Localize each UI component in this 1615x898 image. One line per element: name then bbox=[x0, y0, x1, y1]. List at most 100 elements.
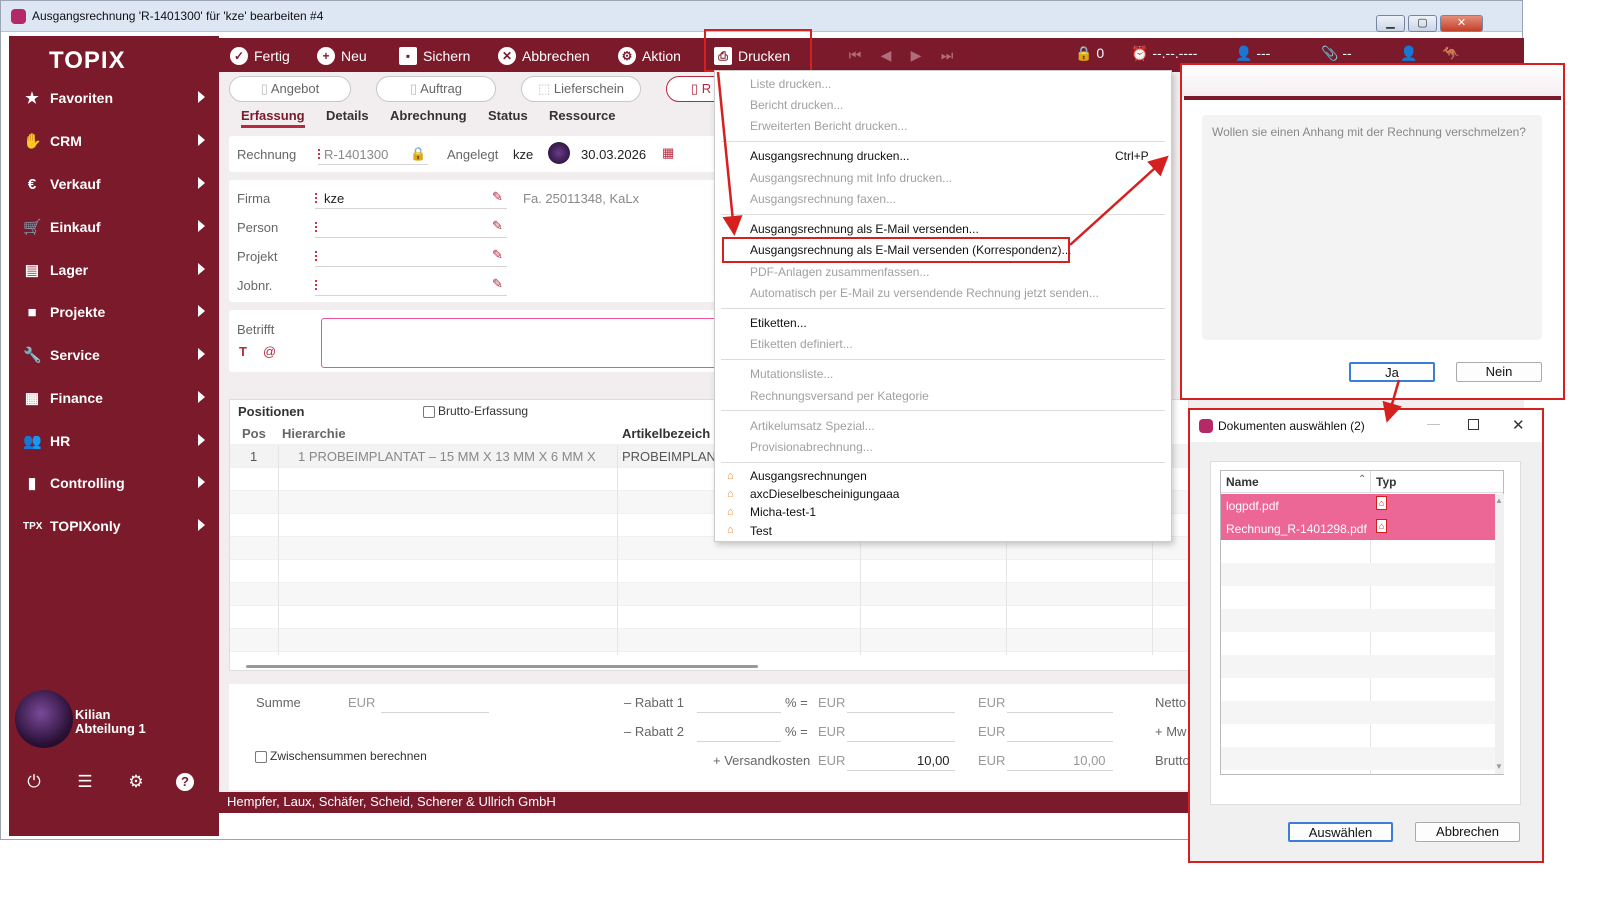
sidebar-item-einkauf[interactable]: 🛒 Einkauf bbox=[9, 210, 219, 246]
auswaehlen-button[interactable]: Auswählen bbox=[1288, 822, 1393, 842]
maximize-button[interactable]: ▢ bbox=[1408, 15, 1437, 32]
person-input[interactable] bbox=[315, 237, 507, 238]
list-icon[interactable]: ☰ bbox=[74, 771, 96, 793]
table-row[interactable]: Rechnung_R-1401298.pdf ⌂ bbox=[1221, 517, 1495, 540]
attachment-status[interactable]: 📎 -- bbox=[1321, 45, 1352, 62]
edit-pencil-icon[interactable]: ✎ bbox=[492, 218, 503, 234]
at-icon[interactable]: @ bbox=[263, 344, 276, 359]
sichern-button[interactable]: ▪ Sichern bbox=[399, 45, 470, 67]
rabatt1-amount[interactable] bbox=[847, 712, 955, 713]
menu-item-report[interactable]: Micha-test-1 bbox=[750, 505, 816, 519]
table-row[interactable]: logpdf.pdf ⌂ bbox=[1221, 494, 1495, 517]
sidebar-item-projekte[interactable]: ■ Projekte bbox=[9, 295, 219, 331]
zwischensummen-checkbox[interactable]: Zwischensummen berechnen bbox=[255, 749, 427, 763]
menu-item[interactable]: Etiketten definiert... bbox=[750, 337, 853, 351]
tab-status[interactable]: Status bbox=[488, 108, 528, 123]
close-icon[interactable]: ✕ bbox=[1512, 416, 1525, 434]
col-artikel[interactable]: Artikelbezeich bbox=[622, 426, 710, 441]
nein-button[interactable]: Nein bbox=[1456, 362, 1542, 382]
sidebar-item-favoriten[interactable]: ★ Favoriten bbox=[9, 81, 219, 117]
scroll-down-icon[interactable]: ▼ bbox=[1495, 762, 1503, 771]
text-format-icon[interactable]: T bbox=[239, 344, 247, 359]
lock-status[interactable]: 🔒 0 bbox=[1075, 45, 1104, 62]
minimize-icon[interactable]: — bbox=[1427, 416, 1440, 431]
brutto-checkbox[interactable]: Brutto-Erfassung bbox=[423, 404, 528, 418]
menu-item[interactable]: Artikelumsatz Spezial... bbox=[750, 419, 875, 433]
betrifft-input[interactable] bbox=[321, 318, 719, 368]
menu-item-report[interactable]: axcDieselbescheinigungaaa bbox=[750, 487, 899, 501]
user-menu-icon[interactable]: 👤 bbox=[1400, 45, 1417, 62]
tab-lieferschein[interactable]: ⬚ Lieferschein bbox=[521, 76, 641, 102]
menu-item[interactable]: Mutationsliste... bbox=[750, 367, 833, 381]
ja-button[interactable]: Ja bbox=[1349, 362, 1435, 382]
reminder-status[interactable]: ⏰ --.--.---- bbox=[1131, 45, 1197, 62]
lock-icon[interactable]: 🔒 bbox=[410, 146, 426, 162]
edit-pencil-icon[interactable]: ✎ bbox=[492, 247, 503, 263]
close-window-button[interactable]: ✕ bbox=[1440, 15, 1483, 32]
edit-pencil-icon[interactable]: ✎ bbox=[492, 276, 503, 292]
menu-item[interactable]: PDF-Anlagen zusammenfassen... bbox=[750, 265, 929, 279]
menu-item-email[interactable]: Ausgangsrechnung als E-Mail versenden... bbox=[750, 222, 979, 236]
col-hierarchie[interactable]: Hierarchie bbox=[282, 426, 346, 441]
projekt-input[interactable] bbox=[315, 266, 507, 267]
table-row[interactable] bbox=[230, 606, 1190, 629]
prev-record-icon[interactable]: ◀ bbox=[878, 47, 894, 63]
versand-value[interactable]: 10,00 bbox=[917, 753, 950, 768]
next-record-icon[interactable]: ▶ bbox=[908, 47, 924, 63]
fertig-button[interactable]: ✓ Fertig bbox=[230, 45, 290, 67]
menu-item-report[interactable]: Test bbox=[750, 524, 772, 538]
firma-input[interactable]: kze bbox=[324, 191, 344, 206]
menu-item[interactable]: Provisionabrechnung... bbox=[750, 440, 873, 454]
minimize-button[interactable]: ▁ bbox=[1376, 15, 1405, 32]
menu-item[interactable]: Bericht drucken... bbox=[750, 98, 843, 112]
angelegt-date[interactable]: 30.03.2026 bbox=[581, 147, 646, 162]
sidebar-item-topixonly[interactable]: TPX TOPIXonly bbox=[9, 509, 219, 545]
sidebar-item-service[interactable]: 🔧 Service bbox=[9, 338, 219, 374]
gear-icon[interactable]: ⚙ bbox=[125, 771, 147, 793]
sidebar-item-finance[interactable]: ▦ Finance bbox=[9, 381, 219, 417]
tab-abrechnung[interactable]: Abrechnung bbox=[390, 108, 467, 123]
menu-item[interactable]: Rechnungsversand per Kategorie bbox=[750, 389, 929, 403]
rabatt2-amount[interactable] bbox=[847, 741, 955, 742]
horizontal-scrollbar[interactable] bbox=[246, 665, 758, 668]
menu-item-etiketten[interactable]: Etiketten... bbox=[750, 316, 807, 330]
abbrechen-button[interactable]: Abbrechen bbox=[1415, 822, 1520, 842]
tab-details[interactable]: Details bbox=[326, 108, 369, 123]
col-name[interactable]: Name bbox=[1226, 475, 1259, 489]
tab-auftrag[interactable]: ▯ Auftrag bbox=[376, 76, 496, 102]
jobnr-input[interactable] bbox=[315, 295, 507, 296]
menu-item[interactable]: Erweiterten Bericht drucken... bbox=[750, 119, 907, 133]
rabatt1-percent-input[interactable] bbox=[697, 712, 781, 713]
abbrechen-button[interactable]: ✕ Abbrechen bbox=[498, 45, 590, 67]
menu-item[interactable]: Ausgangsrechnung mit Info drucken... bbox=[750, 171, 952, 185]
menu-item[interactable]: Ausgangsrechnung faxen... bbox=[750, 192, 896, 206]
col-pos[interactable]: Pos bbox=[242, 426, 266, 441]
maximize-icon[interactable] bbox=[1468, 419, 1479, 430]
menu-item[interactable]: Automatisch per E-Mail zu versendende Re… bbox=[750, 286, 1099, 300]
tab-erfassung[interactable]: Erfassung bbox=[241, 108, 305, 128]
neu-button[interactable]: + Neu bbox=[317, 45, 367, 67]
sidebar-item-hr[interactable]: 👥 HR bbox=[9, 424, 219, 460]
sidebar-item-lager[interactable]: ▤ Lager bbox=[9, 253, 219, 289]
rechnung-number[interactable]: R-1401300 bbox=[324, 147, 388, 162]
tab-angebot[interactable]: ▯ Angebot bbox=[229, 76, 351, 102]
menu-item[interactable]: Liste drucken... bbox=[750, 77, 831, 91]
col-type[interactable]: Typ bbox=[1376, 475, 1396, 489]
help-icon[interactable]: ? bbox=[176, 773, 194, 791]
sidebar-item-verkauf[interactable]: € Verkauf bbox=[9, 167, 219, 203]
kangaroo-icon[interactable]: 🦘 bbox=[1442, 45, 1459, 62]
last-record-icon[interactable]: ⏭ bbox=[939, 47, 955, 63]
user-panel[interactable]: Kilian Abteilung 1 bbox=[15, 690, 215, 750]
edit-pencil-icon[interactable]: ✎ bbox=[492, 189, 503, 205]
first-record-icon[interactable]: ⏮ bbox=[847, 47, 863, 63]
vertical-scrollbar[interactable]: ▲ ▼ bbox=[1495, 494, 1504, 774]
angelegt-by[interactable]: kze bbox=[513, 147, 533, 162]
sidebar-item-controlling[interactable]: ▮ Controlling bbox=[9, 466, 219, 502]
scroll-up-icon[interactable]: ▲ bbox=[1495, 496, 1503, 505]
tab-ressource[interactable]: Ressource bbox=[549, 108, 615, 123]
rabatt2-percent-input[interactable] bbox=[697, 741, 781, 742]
table-row[interactable] bbox=[230, 629, 1190, 652]
menu-item-report[interactable]: Ausgangsrechnungen bbox=[750, 469, 867, 483]
assignee-status[interactable]: 👤 --- bbox=[1235, 45, 1270, 62]
aktion-button[interactable]: ⚙ Aktion bbox=[618, 45, 681, 67]
